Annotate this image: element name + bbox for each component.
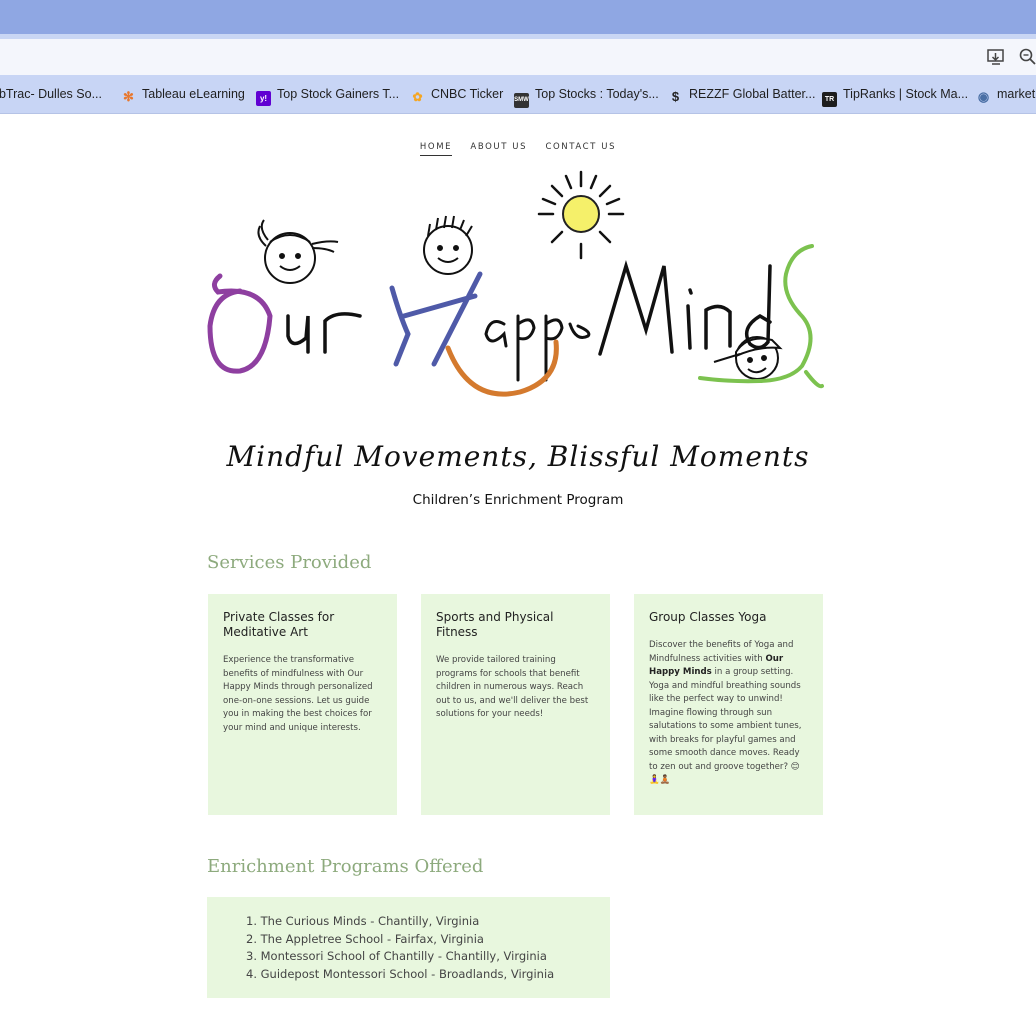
bookmark-rezzf[interactable]: $ REZZF Global Batter... bbox=[668, 85, 816, 104]
programs-title: Enrichment Programs Offered bbox=[207, 856, 484, 877]
service-card-sports-fitness: Sports and Physical Fitness We provide t… bbox=[421, 594, 610, 815]
card-body: Experience the transformative benefits o… bbox=[223, 655, 373, 733]
services-title: Services Provided bbox=[207, 552, 372, 573]
program-item: 3. Montessori School of Chantilly - Chan… bbox=[246, 949, 547, 963]
logo-word-minds bbox=[598, 244, 824, 389]
tableau-icon: ✻ bbox=[123, 89, 134, 104]
service-card-group-yoga: Group Classes Yoga Discover the benefits… bbox=[634, 594, 823, 815]
web-page: HOME ABOUT US CONTACT US Mindful Movemen… bbox=[0, 114, 1036, 1036]
programs-list: 1. The Curious Minds - Chantilly, Virgin… bbox=[207, 897, 610, 998]
program-item: 4. Guidepost Montessori School - Broadla… bbox=[246, 966, 555, 981]
subtagline: Children’s Enrichment Program bbox=[412, 492, 624, 508]
tagline: Mindful Movements, Blissful Moments bbox=[226, 440, 810, 473]
bookmark-label: TipRanks | Stock Ma... bbox=[843, 87, 969, 101]
bookmark-label: ebTrac- Dulles So... bbox=[0, 87, 102, 101]
girl-face-icon bbox=[257, 219, 339, 284]
tipranks-icon: TR bbox=[822, 92, 837, 107]
card-title: Private Classes for Meditative Art bbox=[223, 610, 335, 639]
card-title: Sports and Physical Fitness bbox=[436, 610, 554, 639]
cap-face-icon bbox=[713, 336, 783, 380]
card-title: Group Classes Yoga bbox=[649, 610, 767, 624]
bookmark-tableau[interactable]: ✻ Tableau eLearning bbox=[121, 85, 245, 104]
bookmark-label: Top Stocks : Today's... bbox=[535, 87, 659, 101]
program-item: 1. The Curious Minds - Chantilly, Virgin… bbox=[246, 914, 480, 928]
cnbc-icon: ✿ bbox=[412, 90, 423, 104]
logo-word-happy bbox=[389, 271, 591, 397]
nav-contact-us[interactable]: CONTACT US bbox=[545, 142, 616, 155]
bookmark-tipranks[interactable]: TR TipRanks | Stock Ma... bbox=[822, 85, 969, 107]
nav-home[interactable]: HOME bbox=[419, 142, 453, 156]
sun-icon bbox=[537, 170, 625, 260]
site-nav: HOME ABOUT US CONTACT US bbox=[0, 142, 1036, 156]
service-card-meditative-art: Private Classes for Meditative Art Exper… bbox=[208, 594, 397, 815]
browser-tab-strip bbox=[0, 0, 1036, 34]
bookmark-label: CNBC Ticker bbox=[431, 87, 504, 101]
smw-icon: SMW bbox=[514, 93, 529, 108]
bookmark-label: market bbox=[997, 87, 1036, 101]
bookmark-label: Tableau eLearning bbox=[142, 87, 245, 101]
address-bar[interactable] bbox=[0, 39, 1036, 76]
bookmark-cnbc-ticker[interactable]: ✿ CNBC Ticker bbox=[410, 85, 504, 104]
install-app-icon[interactable] bbox=[986, 47, 1006, 67]
zoom-icon[interactable] bbox=[1018, 47, 1036, 67]
card-body: We provide tailored training programs fo… bbox=[436, 655, 589, 719]
yahoo-icon: y! bbox=[256, 91, 271, 106]
globe-icon: ◉ bbox=[977, 89, 990, 104]
bookmark-top-stocks[interactable]: SMW Top Stocks : Today's... bbox=[514, 85, 659, 108]
bookmark-label: Top Stock Gainers T... bbox=[277, 87, 400, 101]
seeking-alpha-icon: $ bbox=[671, 89, 680, 104]
nav-about-us[interactable]: ABOUT US bbox=[470, 142, 527, 155]
program-item: 2. The Appletree School - Fairfax, Virgi… bbox=[246, 931, 484, 946]
bookmarks-bar: ebTrac- Dulles So... ✻ Tableau eLearning … bbox=[0, 75, 1036, 114]
bookmark-label: REZZF Global Batter... bbox=[689, 87, 816, 101]
boy-face-icon bbox=[423, 215, 473, 275]
card-body: Discover the benefits of Yoga and Mindfu… bbox=[649, 639, 808, 788]
logo-word-our bbox=[207, 273, 362, 374]
bookmark-market[interactable]: ◉ market bbox=[976, 85, 1036, 104]
card-body-text: in a group setting. Yoga and mindful bre… bbox=[649, 667, 802, 785]
bookmark-webtrac[interactable]: ebTrac- Dulles So... bbox=[0, 85, 102, 103]
our-happy-minds-logo[interactable] bbox=[200, 166, 840, 401]
bookmark-top-stock-gainers[interactable]: y! Top Stock Gainers T... bbox=[256, 85, 400, 106]
